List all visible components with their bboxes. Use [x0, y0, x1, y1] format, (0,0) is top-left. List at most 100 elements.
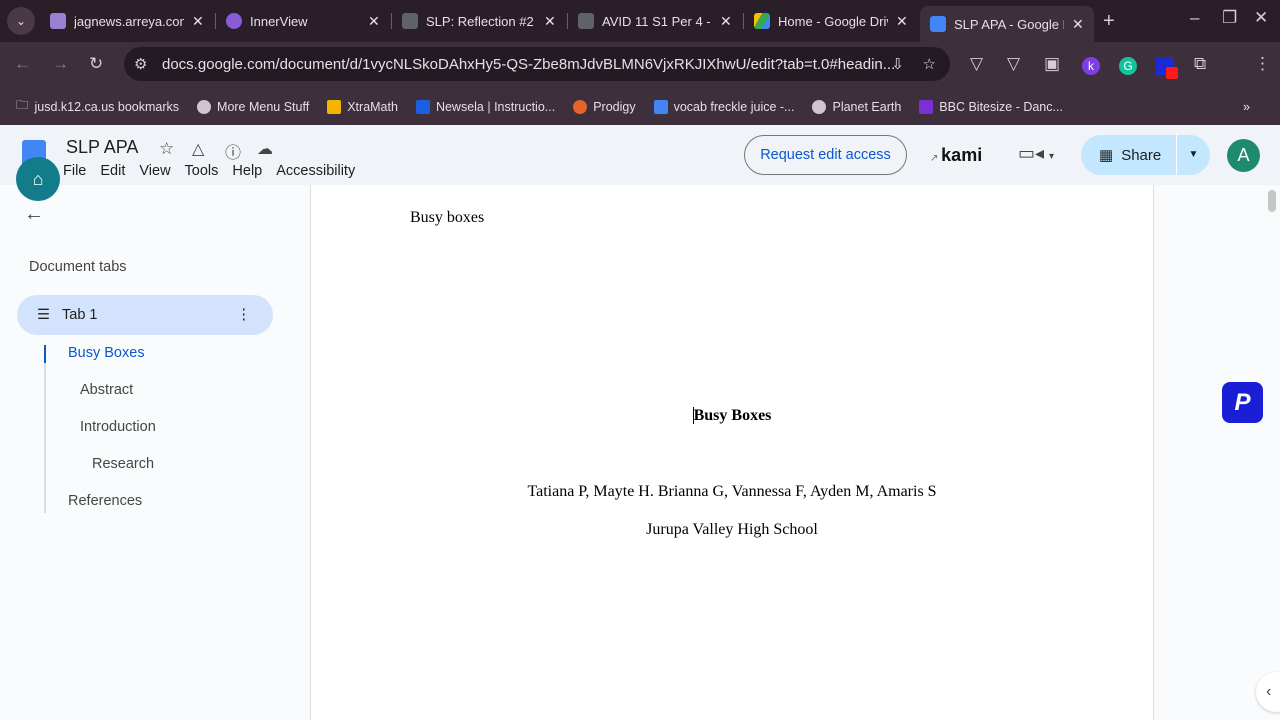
tab-options-icon[interactable]: ⋮	[237, 307, 252, 323]
prodigy-icon	[573, 99, 588, 114]
minimize-icon[interactable]: –	[1190, 8, 1199, 28]
bookmark-folder[interactable]: 🗀 jusd.k12.ca.us bookmarks	[16, 96, 179, 117]
outline-item-research[interactable]: Research	[92, 456, 154, 472]
menu-file[interactable]: File	[63, 163, 86, 179]
tab-favicon	[50, 13, 66, 29]
avatar[interactable]: A	[1227, 139, 1260, 172]
outline-active-marker	[44, 345, 46, 363]
document-page[interactable]: Busy boxes Busy Boxes Tatiana P, Mayte H…	[310, 185, 1154, 720]
paper-title: Busy Boxes	[311, 407, 1153, 425]
bookmark-label: Prodigy	[593, 99, 636, 114]
back-arrow-icon[interactable]: ←	[24, 203, 44, 226]
move-to-drive-icon[interactable]: △	[192, 139, 204, 159]
bookmark[interactable]: Prodigy	[573, 99, 636, 114]
browser-tab-active[interactable]: SLP APA - Google Docs ✕	[920, 6, 1094, 42]
drive-icon	[754, 13, 770, 29]
document-icon: ☰	[37, 307, 50, 323]
cloud-saved-icon[interactable]: ☁	[257, 139, 273, 159]
side-panel-toggle-icon[interactable]: ‹	[1256, 672, 1280, 712]
sidebar-tab-1[interactable]: ☰ Tab 1 ⋮	[17, 295, 273, 335]
extension-k-icon[interactable]: k	[1082, 57, 1100, 75]
new-tab-icon[interactable]: +	[1103, 10, 1115, 33]
bookmark[interactable]: BBC Bitesize - Danc...	[919, 99, 1063, 114]
close-tab-icon[interactable]: ✕	[544, 13, 556, 30]
kami-button[interactable]: ↗ kami	[930, 145, 982, 166]
menu-tools[interactable]: Tools	[185, 163, 219, 179]
restore-icon[interactable]: ❐	[1222, 8, 1237, 28]
bookmark[interactable]: Planet Earth	[812, 99, 901, 114]
tab-title: SLP: Reflection #2	[426, 13, 534, 29]
extension-p-floating-button[interactable]: P	[1222, 382, 1263, 423]
close-tab-icon[interactable]: ✕	[896, 13, 908, 30]
share-dropdown-icon[interactable]: ▼	[1176, 135, 1210, 175]
tab-favicon	[226, 13, 242, 29]
bookmarks-bar: 🗀 jusd.k12.ca.us bookmarks More Menu Stuf…	[0, 88, 1280, 125]
menu-view[interactable]: View	[139, 163, 170, 179]
bookmark-star-icon[interactable]: ☆	[923, 55, 936, 73]
tab-search-button[interactable]: ⌄	[7, 7, 35, 35]
document-title[interactable]: SLP APA	[66, 137, 138, 158]
bookmark[interactable]: More Menu Stuff	[197, 99, 309, 114]
school: Jurupa Valley High School	[646, 521, 818, 538]
close-tab-icon[interactable]: ✕	[720, 13, 732, 30]
close-tab-icon[interactable]: ✕	[192, 13, 204, 30]
scrollbar-thumb[interactable]	[1268, 190, 1276, 212]
docs-icon	[653, 99, 668, 114]
browser-menu-icon[interactable]: ⋮	[1254, 54, 1271, 74]
docs-header: ⌂ SLP APA ☆ △ ⓘ ☁ File Edit View Tools H…	[0, 125, 1280, 201]
share-button[interactable]: ▦ Share ▼	[1081, 135, 1210, 175]
browser-tab[interactable]: InnerView ✕	[216, 6, 390, 36]
request-edit-access-button[interactable]: Request edit access	[744, 135, 907, 175]
tab-title: SLP APA - Google Docs	[954, 16, 1064, 32]
menu-accessibility[interactable]: Accessibility	[276, 163, 355, 179]
close-window-icon[interactable]: ✕	[1254, 8, 1268, 28]
outline-item-references[interactable]: References	[68, 493, 142, 509]
install-icon[interactable]: ⇩	[891, 55, 904, 73]
tab-strip: ⌄ jagnews.arreya.com ✕ InnerView ✕ SLP: Re…	[0, 0, 1280, 42]
grammarly-icon[interactable]: G	[1119, 57, 1137, 75]
menu-edit[interactable]: Edit	[100, 163, 125, 179]
outline-item-introduction[interactable]: Introduction	[80, 419, 156, 435]
back-icon[interactable]: ←	[14, 54, 31, 74]
menu-bar: File Edit View Tools Help Accessibility	[63, 163, 355, 179]
extension-shield-icon[interactable]: ▽	[970, 54, 983, 74]
browser-tab[interactable]: SLP: Reflection #2 ✕	[392, 6, 566, 36]
extension-owl-icon[interactable]: ▣	[1044, 54, 1060, 74]
authors: Tatiana P, Mayte H. Brianna G, Vannessa …	[527, 483, 937, 500]
browser-tab[interactable]: Home - Google Drive ✕	[744, 6, 918, 36]
bookmark[interactable]: Newsela | Instructio...	[415, 99, 555, 114]
menu-help[interactable]: Help	[232, 163, 262, 179]
globe-icon	[812, 99, 827, 114]
outline-item-abstract[interactable]: Abstract	[80, 382, 133, 398]
browser-toolbar: ← → ↻ ⚙ docs.google.com/document/d/1vycN…	[0, 42, 1280, 88]
title-text: Busy Boxes	[693, 407, 772, 424]
bookmark[interactable]: XtraMath	[327, 99, 398, 114]
outline-item-busy-boxes[interactable]: Busy Boxes	[68, 345, 145, 361]
newsela-icon	[415, 99, 430, 114]
bookmark-label: XtraMath	[347, 99, 398, 114]
outline-line	[44, 345, 46, 513]
extension-shield2-icon[interactable]: ▽	[1007, 54, 1020, 74]
globe-icon	[197, 99, 212, 114]
reload-icon[interactable]: ↻	[89, 54, 103, 74]
browser-tab[interactable]: AVID 11 S1 Per 4 - ✕	[568, 6, 742, 36]
meet-video-icon[interactable]: ▭◂ ▾	[1018, 143, 1054, 164]
address-bar[interactable]: ⚙ docs.google.com/document/d/1vycNLSkoDA…	[124, 47, 950, 81]
kami-floating-icon[interactable]: ⌂	[16, 157, 60, 201]
forward-icon[interactable]: →	[52, 54, 69, 74]
bookmark[interactable]: vocab freckle juice -...	[653, 99, 795, 114]
extensions-puzzle-icon[interactable]: ⧉	[1194, 54, 1206, 74]
bookmark-label: jusd.k12.ca.us bookmarks	[34, 99, 180, 114]
close-tab-icon[interactable]: ✕	[1072, 16, 1084, 33]
extension-p-icon[interactable]	[1156, 57, 1178, 79]
browser-tab[interactable]: jagnews.arreya.com ✕	[40, 6, 214, 36]
more-bookmarks-icon[interactable]: »	[1243, 100, 1250, 114]
folder-icon: 🗀	[16, 98, 29, 112]
close-tab-icon[interactable]: ✕	[368, 13, 380, 30]
star-icon[interactable]: ☆	[159, 139, 174, 159]
share-label: Share	[1121, 146, 1162, 164]
details-info-icon[interactable]: ⓘ	[225, 139, 241, 163]
site-info-icon[interactable]: ⚙	[134, 55, 147, 73]
bookmark-label: vocab freckle juice -...	[673, 99, 795, 114]
kami-label: kami	[941, 145, 983, 165]
